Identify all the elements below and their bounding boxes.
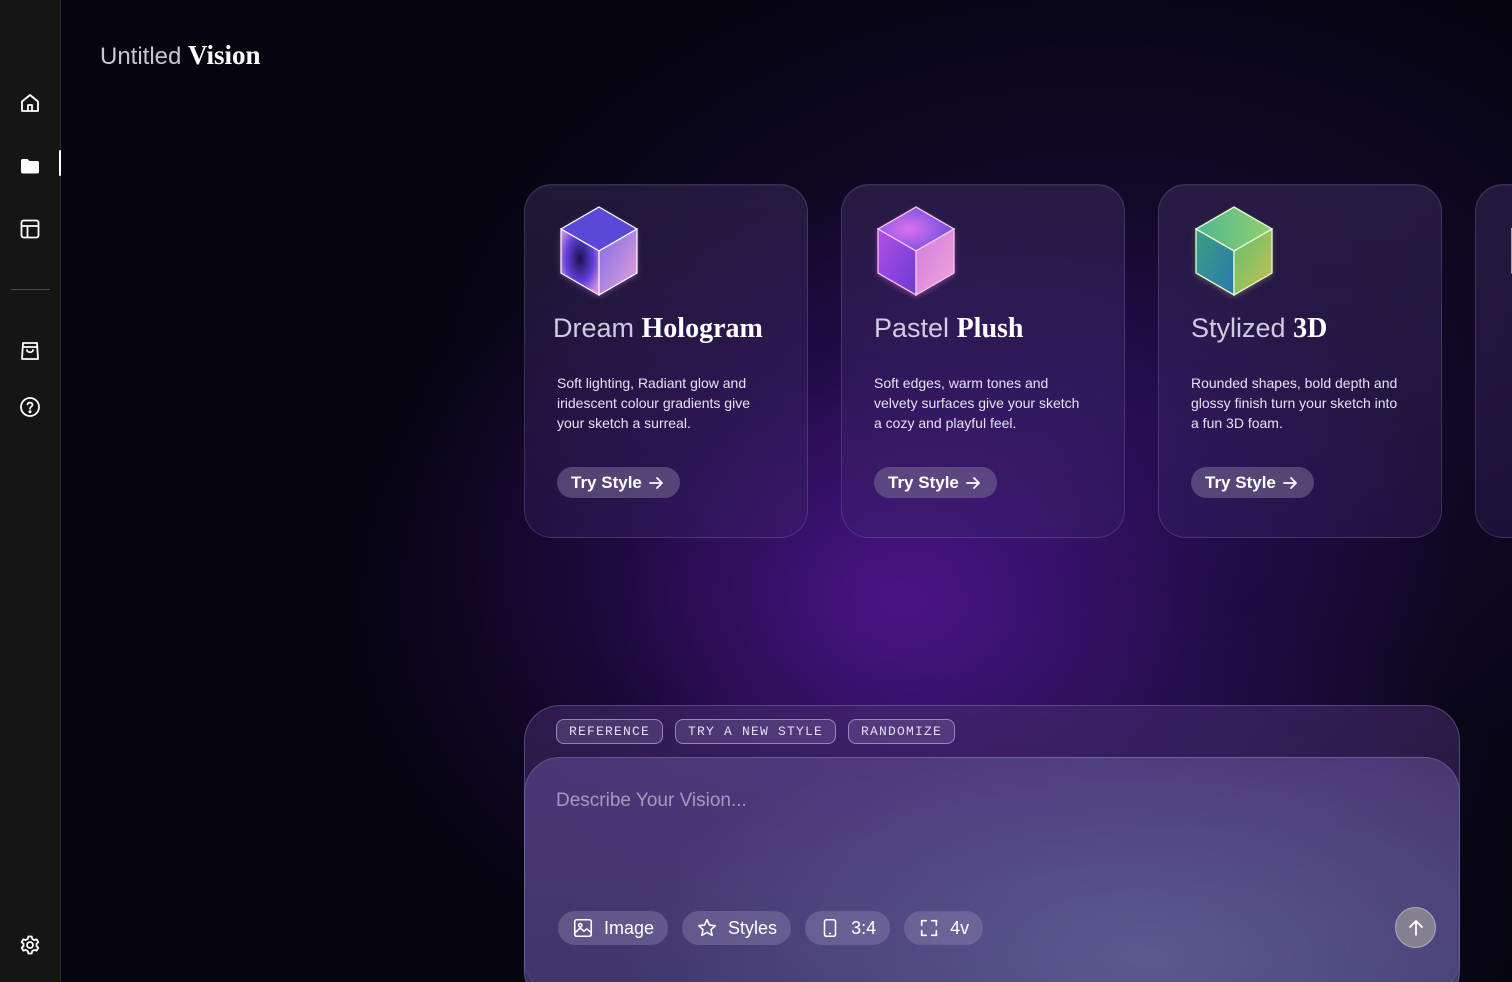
card-title: Dream Hologram [553,313,763,345]
layout-icon [20,219,40,239]
sidebar-item-layout[interactable] [14,213,46,245]
card-title-light: Dream [553,313,635,343]
expand-frame-icon [920,919,938,937]
portrait-frame-icon [823,918,837,938]
prompt-panel: REFERENCE TRY A NEW STYLE RANDOMIZE Imag… [524,705,1460,982]
card-description: Rounded shapes, bold depth and glossy fi… [1191,375,1398,431]
card-title-bold: Hologram [641,313,763,344]
card-title-bold: 3D [1293,313,1328,344]
sidebar-item-home[interactable] [14,87,46,119]
sidebar-divider [11,289,50,290]
folder-icon [21,159,39,174]
try-style-label: Try Style [1205,472,1276,492]
card-title: Stylized 3D [1191,313,1327,345]
arrow-up-icon [1408,919,1423,936]
styles-button-label: Styles [728,917,778,938]
style-card-stylized-3d[interactable]: Stylized 3D Rounded shapes, bold depth a… [1158,184,1442,538]
arrow-right-icon [1282,476,1297,489]
app-window: Untitled Vision Dream Hologram Soft ligh… [0,0,1512,982]
page-title: Untitled Vision [100,40,261,71]
arrow-right-icon [648,476,663,489]
vision-prompt-input[interactable] [556,786,1376,816]
aspect-ratio-button[interactable]: 3:4 [805,911,891,945]
variations-label: 4v [950,917,970,938]
try-new-style-chip[interactable]: TRY A NEW STYLE [675,719,837,744]
title-light: Untitled [100,43,182,70]
card-title-light: Pastel [874,313,950,343]
style-card-pastel-plush[interactable]: Pastel Plush Soft edges, warm tones and … [841,184,1125,538]
cube-icon [1194,206,1274,297]
gear-icon [20,935,40,955]
image-icon [573,918,593,938]
aspect-ratio-label: 3:4 [851,917,877,938]
image-button-label: Image [604,917,655,938]
try-style-button[interactable]: Try Style [557,467,680,498]
cube-icon [876,206,956,297]
prompt-toolbar: Image Styles 3:4 4v [558,911,984,945]
card-title-bold: Plush [956,313,1024,344]
randomize-chip[interactable]: RANDOMIZE [848,719,956,744]
star-icon [698,918,717,937]
cube-icon [559,206,639,297]
card-title: Pastel Plush [874,313,1024,345]
try-style-button[interactable]: Try Style [874,467,997,498]
active-nav-indicator [59,150,61,176]
send-button[interactable] [1395,907,1436,948]
card-title-light: Stylized [1191,313,1286,343]
title-bold: Vision [188,40,261,70]
sidebar-item-help[interactable] [14,391,46,423]
sidebar-item-folder[interactable] [14,150,46,182]
style-card-partial[interactable] [1475,184,1512,538]
try-style-button[interactable]: Try Style [1191,467,1314,498]
reference-chip[interactable]: REFERENCE [556,719,664,744]
card-description: Soft edges, warm tones and velvety surfa… [874,375,1080,431]
cube-icon [1510,227,1512,274]
help-icon [20,397,40,417]
style-card-dream-hologram[interactable]: Dream Hologram Soft lighting, Radiant gl… [524,184,808,538]
sidebar-item-shop[interactable] [14,335,46,367]
card-description: Soft lighting, Radiant glow and iridesce… [557,375,750,431]
styles-button[interactable]: Styles [682,911,792,945]
try-style-label: Try Style [571,472,642,492]
sidebar-item-settings[interactable] [14,929,46,961]
home-icon [21,94,39,112]
prompt-input-area: Image Styles 3:4 [524,757,1460,982]
prompt-chips: REFERENCE TRY A NEW STYLE RANDOMIZE [556,719,956,744]
shopping-bag-icon [21,342,39,360]
try-style-label: Try Style [888,472,959,492]
arrow-right-icon [965,476,980,489]
variations-button[interactable]: 4v [904,911,984,945]
sidebar [0,0,61,982]
image-button[interactable]: Image [558,911,669,945]
